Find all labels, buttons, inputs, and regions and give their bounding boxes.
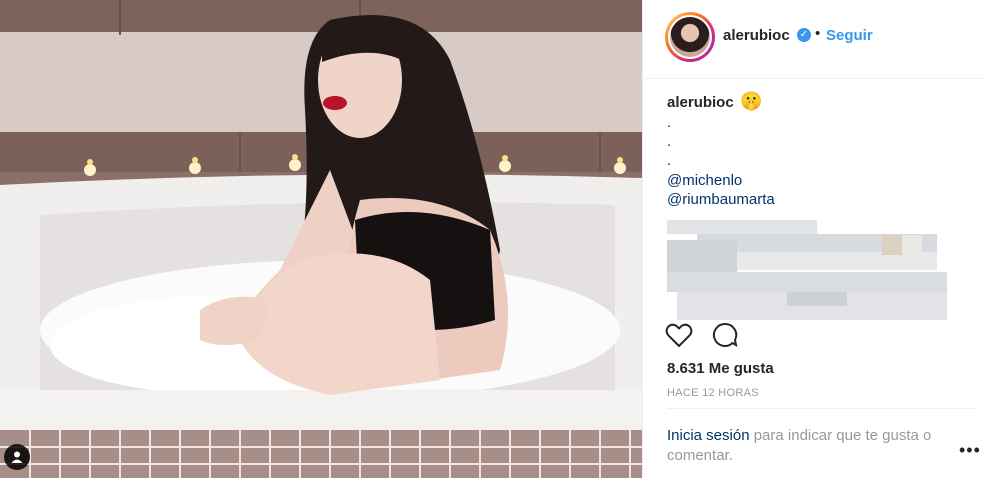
verified-badge-icon: ✓ bbox=[797, 28, 811, 42]
header-separator: • bbox=[815, 25, 821, 42]
like-button[interactable] bbox=[665, 322, 693, 353]
post-sidebar: alerubioc ✓ • Seguir alerubioc 🤫 . . . @… bbox=[642, 0, 1000, 478]
tagged-users-button[interactable] bbox=[4, 444, 30, 470]
caption-line: . bbox=[667, 152, 672, 169]
instagram-post: alerubioc ✓ • Seguir alerubioc 🤫 . . . @… bbox=[0, 0, 1000, 478]
header-username[interactable]: alerubioc bbox=[723, 27, 790, 44]
divider bbox=[667, 408, 977, 409]
like-count[interactable]: 8.631 Me gusta bbox=[667, 360, 774, 377]
photo-illustration bbox=[0, 0, 642, 478]
heart-icon bbox=[665, 323, 693, 348]
comment-icon bbox=[713, 322, 738, 347]
user-tag-icon bbox=[11, 451, 23, 463]
mention-link[interactable]: @riumbaumarta bbox=[667, 191, 775, 208]
post-timestamp[interactable]: HACE 12 HORAS bbox=[667, 387, 759, 399]
mention-link[interactable]: @michenlo bbox=[667, 172, 742, 189]
login-link[interactable]: Inicia sesión bbox=[667, 427, 750, 444]
caption-line: . bbox=[667, 133, 672, 150]
follow-button[interactable]: Seguir bbox=[826, 27, 873, 44]
avatar[interactable] bbox=[665, 12, 715, 62]
login-prompt: Inicia sesión para indicar que te gusta … bbox=[667, 426, 967, 466]
caption-emoji: 🤫 bbox=[740, 91, 763, 111]
more-options-button[interactable]: ••• bbox=[959, 440, 981, 461]
caption-username[interactable]: alerubioc bbox=[667, 94, 734, 111]
post-header: alerubioc ✓ • Seguir bbox=[643, 0, 983, 79]
pixelated-comments bbox=[667, 220, 957, 322]
comment-button[interactable] bbox=[711, 322, 739, 353]
post-photo[interactable] bbox=[0, 0, 642, 478]
caption-line: . bbox=[667, 114, 672, 131]
